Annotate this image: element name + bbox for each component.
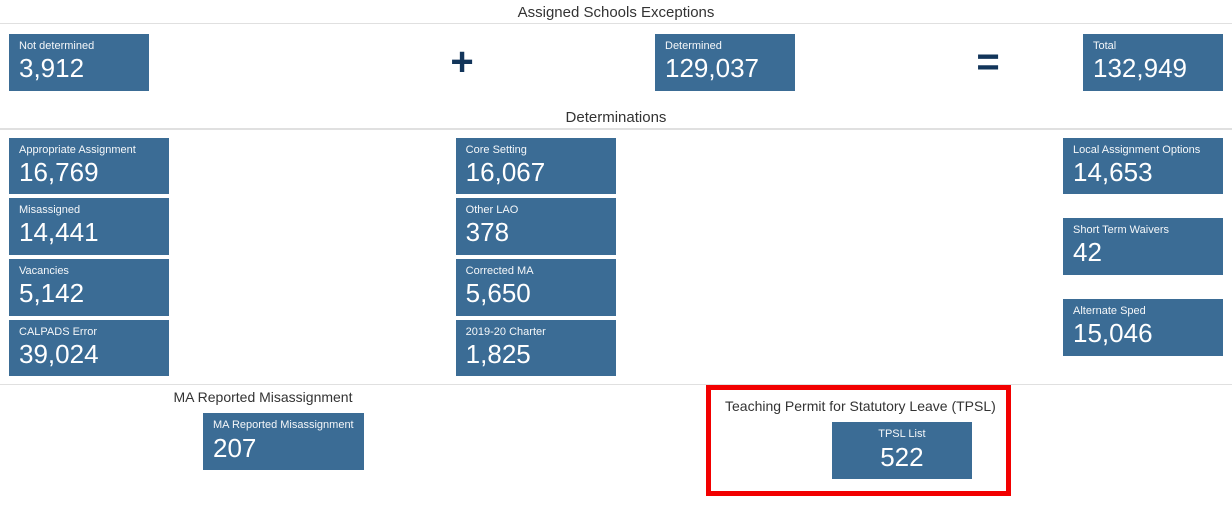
card-value: 5,142 xyxy=(19,279,159,308)
card-core-setting: Core Setting 16,067 xyxy=(456,138,616,195)
section-title-ma-reported: MA Reported Misassignment xyxy=(0,385,526,409)
tpsl-highlight-box: Teaching Permit for Statutory Leave (TPS… xyxy=(706,385,1011,496)
card-value: 42 xyxy=(1073,238,1213,267)
card-value: 5,650 xyxy=(466,279,606,308)
card-label: Short Term Waivers xyxy=(1073,224,1213,236)
card-label: Corrected MA xyxy=(466,265,606,277)
card-tpsl-list: TPSL List 522 xyxy=(832,422,972,479)
card-label: TPSL List xyxy=(842,428,962,440)
card-vacancies: Vacancies 5,142 xyxy=(9,259,169,316)
card-value: 132,949 xyxy=(1093,54,1213,83)
card-corrected-ma: Corrected MA 5,650 xyxy=(456,259,616,316)
ma-reported-section: MA Reported Misassignment MA Reported Mi… xyxy=(0,385,526,496)
card-ma-reported: MA Reported Misassignment 207 xyxy=(203,413,364,470)
card-value: 3,912 xyxy=(19,54,139,83)
card-value: 207 xyxy=(213,434,354,463)
card-misassigned: Misassigned 14,441 xyxy=(9,198,169,255)
determinations-col-1: Appropriate Assignment 16,769 Misassigne… xyxy=(6,134,393,381)
card-2019-20-charter: 2019-20 Charter 1,825 xyxy=(456,320,616,377)
card-calpads-error: CALPADS Error 39,024 xyxy=(9,320,169,377)
plus-icon: + xyxy=(432,42,492,82)
card-label: Local Assignment Options xyxy=(1073,144,1213,156)
card-label: Vacancies xyxy=(19,265,159,277)
determinations-col-2: Core Setting 16,067 Other LAO 378 Correc… xyxy=(393,134,840,381)
card-label: Appropriate Assignment xyxy=(19,144,159,156)
card-label: MA Reported Misassignment xyxy=(213,419,354,431)
section-title-determinations: Determinations xyxy=(0,105,1232,129)
card-value: 129,037 xyxy=(665,54,785,83)
card-value: 16,067 xyxy=(466,158,606,187)
card-label: Total xyxy=(1093,40,1213,52)
section-title-exceptions: Assigned Schools Exceptions xyxy=(0,0,1232,24)
card-value: 1,825 xyxy=(466,340,606,369)
card-other-lao: Other LAO 378 xyxy=(456,198,616,255)
card-value: 15,046 xyxy=(1073,319,1213,348)
card-alternate-sped: Alternate Sped 15,046 xyxy=(1063,299,1223,356)
card-local-assignment-options: Local Assignment Options 14,653 xyxy=(1063,138,1223,195)
card-short-term-waivers: Short Term Waivers 42 xyxy=(1063,218,1223,275)
card-total: Total 132,949 xyxy=(1083,34,1223,91)
card-value: 14,653 xyxy=(1073,158,1213,187)
card-label: CALPADS Error xyxy=(19,326,159,338)
card-not-determined: Not determined 3,912 xyxy=(9,34,149,91)
card-label: Core Setting xyxy=(466,144,606,156)
card-value: 16,769 xyxy=(19,158,159,187)
card-label: 2019-20 Charter xyxy=(466,326,606,338)
determinations-col-3: Local Assignment Options 14,653 Short Te… xyxy=(839,134,1226,381)
card-label: Not determined xyxy=(19,40,139,52)
card-label: Alternate Sped xyxy=(1073,305,1213,317)
card-value: 378 xyxy=(466,218,606,247)
equals-icon: = xyxy=(958,42,1018,82)
tpsl-section: Teaching Permit for Statutory Leave (TPS… xyxy=(526,385,1232,496)
card-label: Determined xyxy=(665,40,785,52)
card-label: Other LAO xyxy=(466,204,606,216)
card-determined: Determined 129,037 xyxy=(655,34,795,91)
card-value: 39,024 xyxy=(19,340,159,369)
card-value: 522 xyxy=(842,443,962,472)
section-title-tpsl: Teaching Permit for Statutory Leave (TPS… xyxy=(721,394,996,418)
card-value: 14,441 xyxy=(19,218,159,247)
card-label: Misassigned xyxy=(19,204,159,216)
card-appropriate-assignment: Appropriate Assignment 16,769 xyxy=(9,138,169,195)
